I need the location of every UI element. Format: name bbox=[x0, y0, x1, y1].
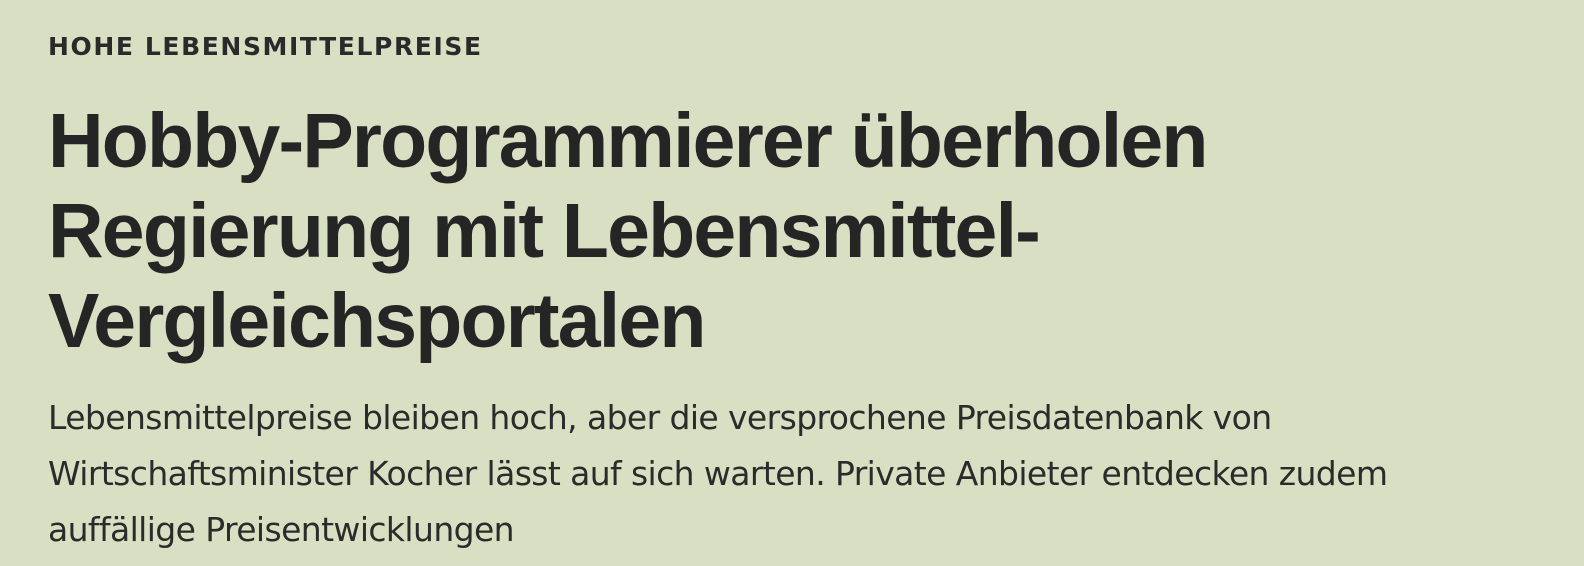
lead-paragraph: Lebensmittelpreise bleiben hoch, aber di… bbox=[48, 398, 1388, 549]
article-header: HOHE LEBENSMITTELPREISE Hobby-Programmie… bbox=[0, 0, 1584, 566]
kicker: HOHE LEBENSMITTELPREISE bbox=[48, 32, 483, 61]
headline: Hobby-Programmierer überholen Regierung … bbox=[48, 98, 1208, 364]
